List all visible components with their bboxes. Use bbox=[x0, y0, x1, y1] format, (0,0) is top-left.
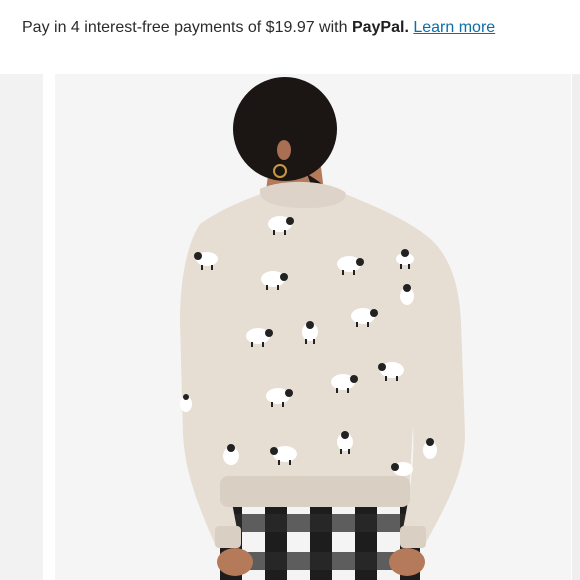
paypal-brand: PayPal. bbox=[351, 19, 409, 36]
sweater bbox=[180, 181, 465, 548]
sweater-photo-icon bbox=[55, 74, 571, 580]
paypal-installments-banner: Pay in 4 interest-free payments of $19.9… bbox=[22, 19, 495, 37]
product-image-carousel[interactable] bbox=[0, 74, 580, 580]
learn-more-link[interactable]: Learn more bbox=[413, 19, 495, 36]
main-product-image[interactable] bbox=[55, 74, 571, 580]
installment-text: Pay in 4 interest-free payments of $19.9… bbox=[22, 19, 352, 36]
next-image-peek[interactable] bbox=[572, 74, 580, 580]
previous-image-peek[interactable] bbox=[0, 74, 43, 580]
